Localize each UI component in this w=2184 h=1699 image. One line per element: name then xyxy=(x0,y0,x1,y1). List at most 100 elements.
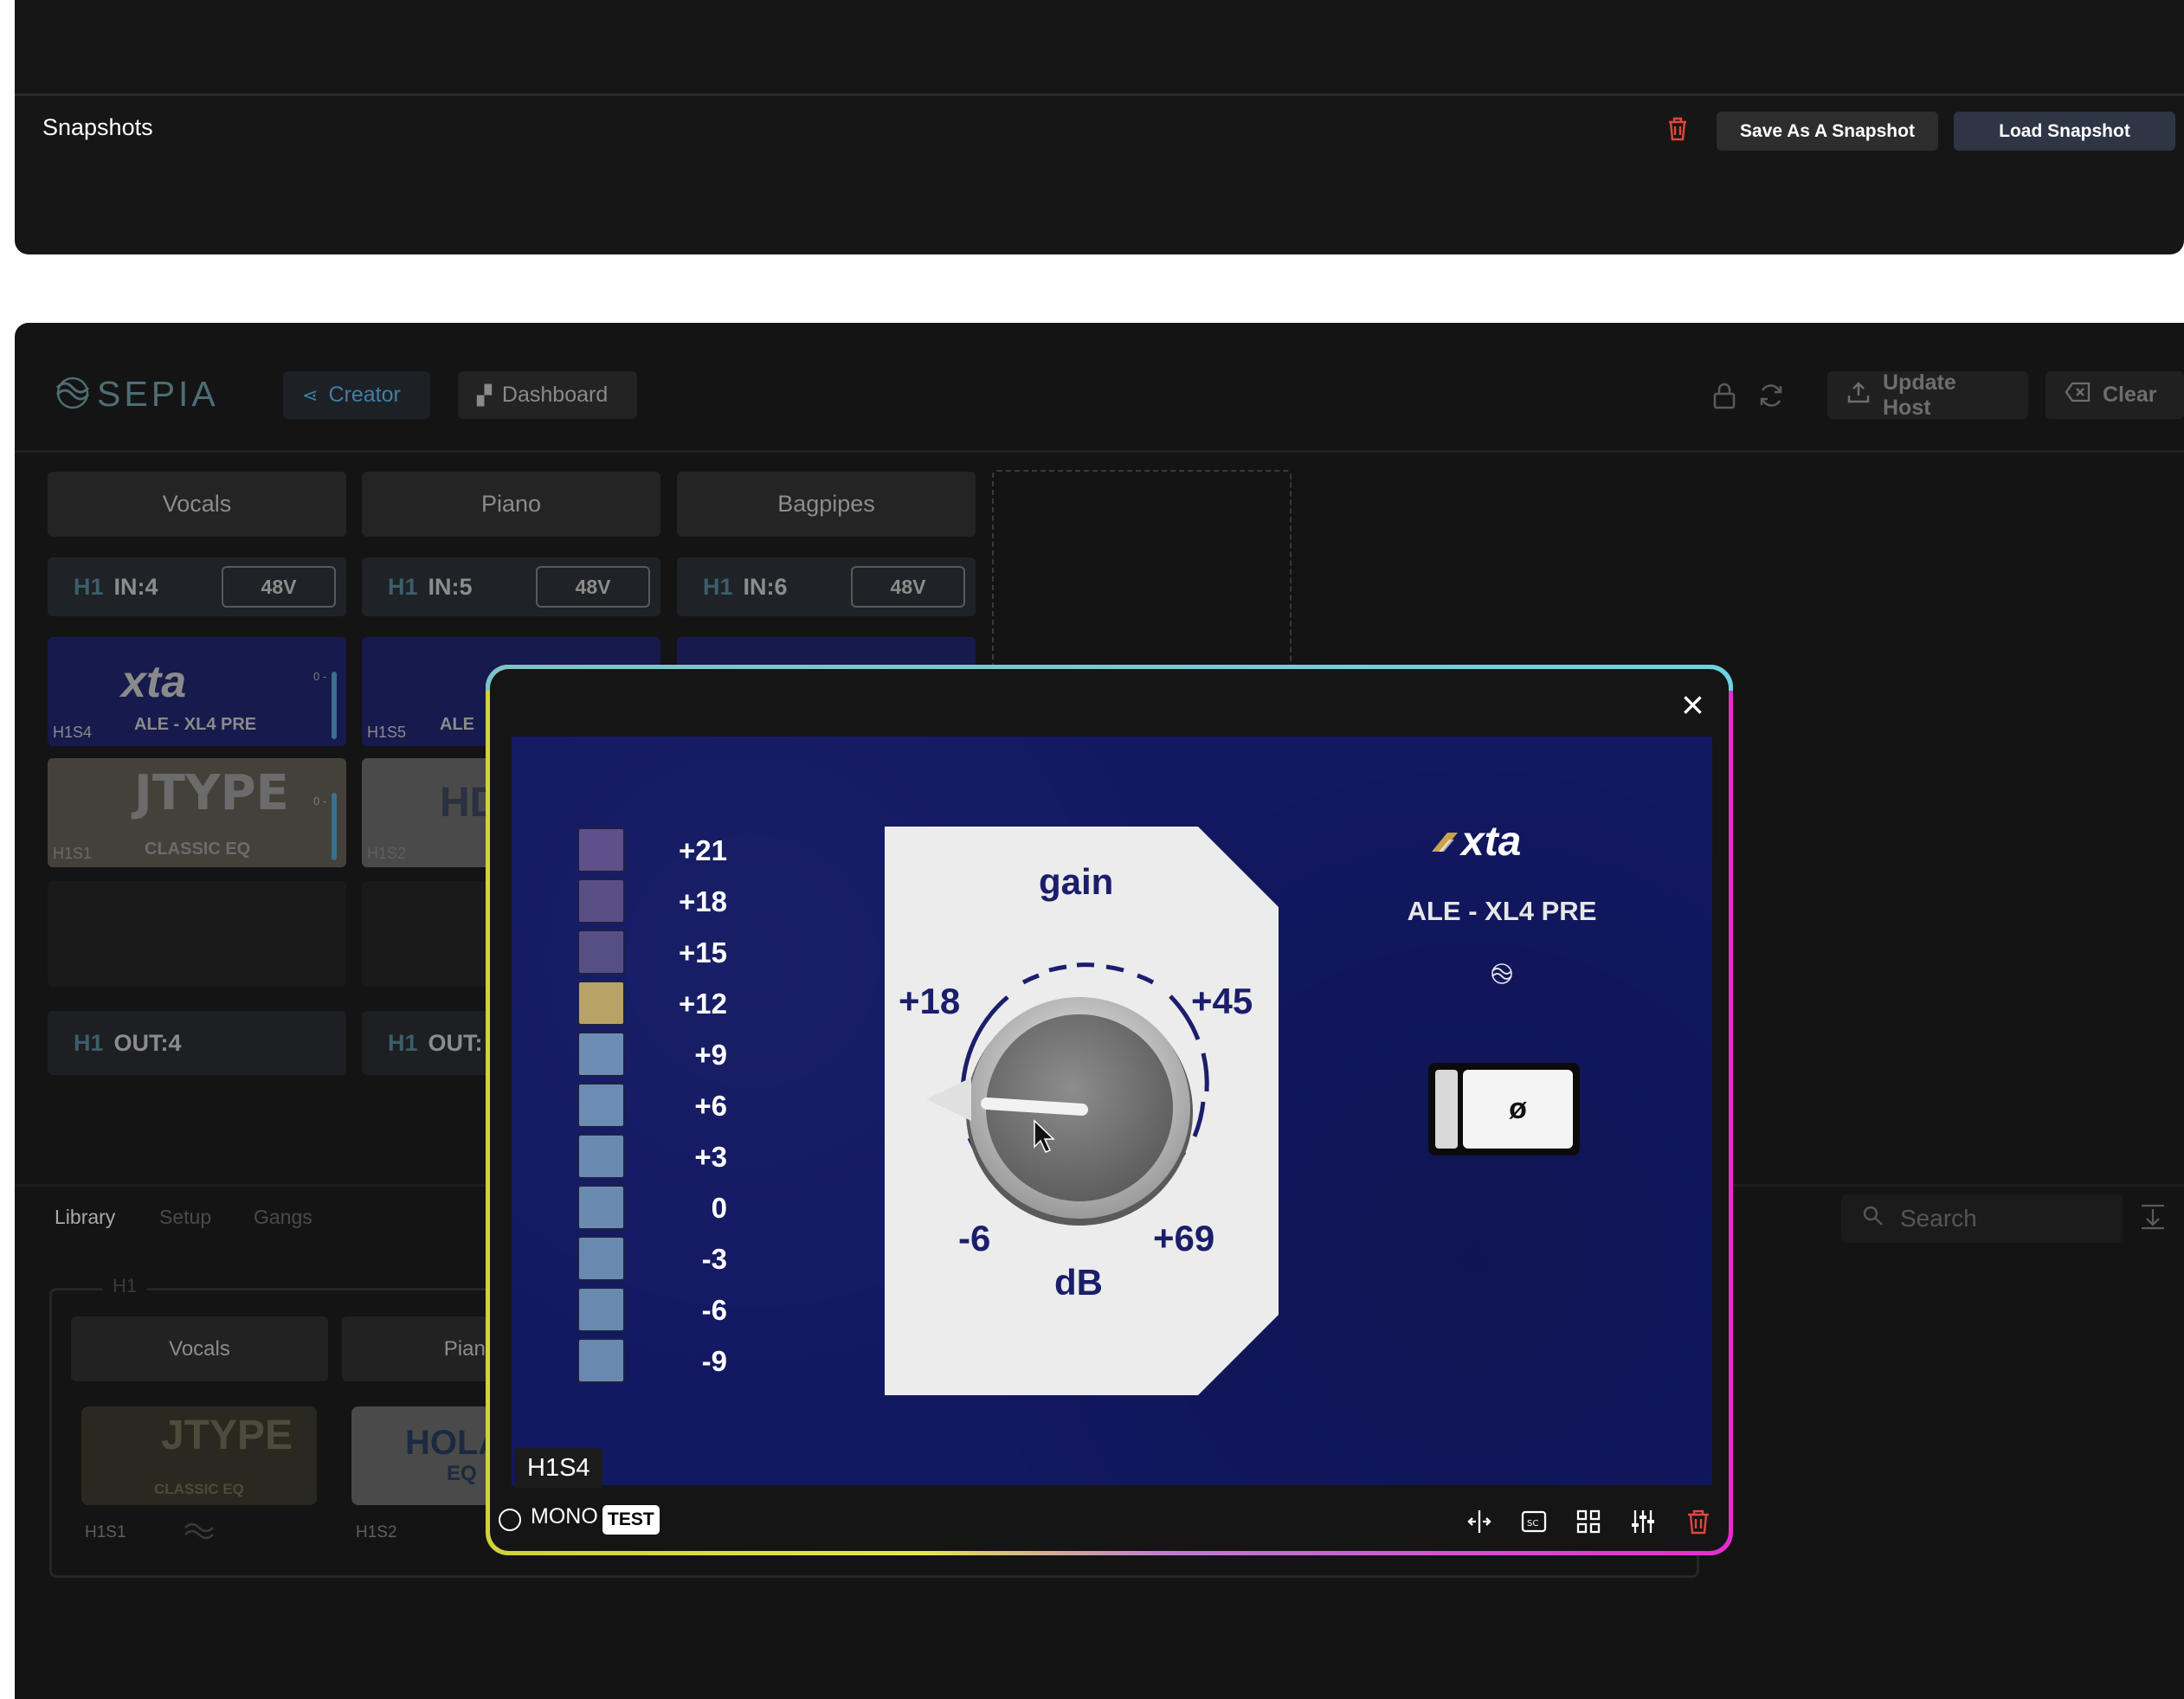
sliders-icon[interactable] xyxy=(1629,1508,1657,1535)
plugin-slot-label: H1S4 xyxy=(515,1448,602,1488)
knob-label-min: -6 xyxy=(958,1218,991,1258)
empty-plugin-slot[interactable] xyxy=(48,881,346,987)
input-box[interactable]: H1 IN:6 48V xyxy=(677,557,976,616)
refresh-icon[interactable] xyxy=(1757,382,1785,409)
meter-segment xyxy=(577,827,625,872)
app-logo: SEPIA xyxy=(97,374,219,414)
phantom-power-button[interactable]: 48V xyxy=(851,566,965,608)
test-button[interactable]: TEST xyxy=(602,1505,660,1535)
tab-setup[interactable]: Setup xyxy=(159,1206,211,1229)
nav-dashboard[interactable]: ▞ Dashboard xyxy=(458,371,637,419)
delete-plugin-icon[interactable] xyxy=(1685,1508,1712,1535)
svg-text:SC: SC xyxy=(1527,1519,1538,1528)
meter-label: 0 xyxy=(711,1192,727,1224)
sidechain-icon[interactable]: SC xyxy=(1520,1508,1548,1535)
sepia-wave-icon xyxy=(1489,962,1515,985)
track-name-vocals[interactable]: Vocals xyxy=(48,472,346,537)
nav-creator[interactable]: ⋖ Creator xyxy=(283,371,430,419)
search-placeholder: Search xyxy=(1900,1205,1977,1232)
header-divider xyxy=(15,450,2184,453)
close-icon[interactable]: × xyxy=(1681,685,1704,724)
collapse-icon[interactable] xyxy=(2140,1203,2166,1231)
upload-icon xyxy=(1846,380,1871,410)
meter-segment xyxy=(577,1134,625,1179)
output-label: OUT:4 xyxy=(113,1029,182,1056)
library-card-hola[interactable]: HOLA EQ xyxy=(351,1406,503,1505)
meter-segment xyxy=(577,1338,625,1383)
plugin-tile-jtype[interactable]: JTYPE CLASSIC EQ H1S1 0 - xyxy=(48,758,346,867)
level-meter xyxy=(332,672,337,739)
meter-label: +12 xyxy=(679,988,727,1020)
add-track-slot[interactable] xyxy=(992,470,1292,678)
mono-label: MONO xyxy=(531,1504,598,1528)
dashboard-icon: ▞ xyxy=(477,383,492,406)
library-card-jtype[interactable]: JTYPE CLASSIC EQ xyxy=(81,1406,317,1505)
divider xyxy=(15,93,2184,96)
meter-label: +3 xyxy=(694,1141,727,1173)
plugin-brand: xta xyxy=(1461,819,1522,865)
meter-segment xyxy=(577,1032,625,1077)
track-name-piano[interactable]: Piano xyxy=(362,472,660,537)
meter-label: +9 xyxy=(694,1039,727,1071)
gain-knob-panel: gain +18 +45 -6 +69 dB xyxy=(885,827,1279,1395)
card-model: CLASSIC EQ xyxy=(154,1481,244,1497)
delete-snapshot-icon[interactable] xyxy=(1666,116,1689,142)
phantom-power-button[interactable]: 48V xyxy=(222,566,336,608)
library-group-label: H1 xyxy=(102,1275,148,1297)
knob-label-max-low: +45 xyxy=(1191,981,1253,1021)
meter-segment xyxy=(577,1287,625,1332)
library-track-vocals[interactable]: Vocals xyxy=(71,1316,328,1381)
search-input[interactable]: Search xyxy=(1841,1194,2123,1243)
clear-button[interactable]: Clear xyxy=(2045,371,2184,419)
meter-label: +18 xyxy=(679,885,727,917)
phase-indicator xyxy=(1435,1070,1458,1149)
grid-icon[interactable] xyxy=(1575,1508,1602,1535)
sepia-wave-icon xyxy=(182,1519,216,1545)
meter-label: +21 xyxy=(679,834,727,866)
track-name-bagpipes[interactable]: Bagpipes xyxy=(677,472,976,537)
lock-icon[interactable] xyxy=(1711,382,1737,409)
phase-symbol: ø xyxy=(1463,1070,1573,1149)
output-label: OUT: xyxy=(428,1029,483,1056)
knob-unit: dB xyxy=(1054,1262,1103,1303)
knob-label-max: +69 xyxy=(1153,1218,1215,1258)
mono-toggle[interactable] xyxy=(499,1509,521,1531)
save-snapshot-button[interactable]: Save As A Snapshot xyxy=(1717,112,1938,151)
phase-invert-button[interactable]: ø xyxy=(1428,1063,1580,1155)
plugin-tile-xta[interactable]: xta ALE - XL4 PRE H1S4 0 - xyxy=(48,637,346,746)
tile-brand: xta xyxy=(121,657,187,707)
tab-gangs[interactable]: Gangs xyxy=(254,1206,312,1229)
meter-segment xyxy=(577,1236,625,1281)
input-box[interactable]: H1 IN:4 48V xyxy=(48,557,346,616)
input-label: IN:4 xyxy=(113,573,158,600)
tile-model: ALE xyxy=(440,715,474,734)
meter-label: -9 xyxy=(701,1345,727,1377)
nav-creator-label: Creator xyxy=(328,383,401,407)
tab-library[interactable]: Library xyxy=(55,1206,115,1229)
search-icon xyxy=(1862,1205,1884,1233)
host-label: H1 xyxy=(388,573,418,600)
meter-zero-label: 0 - xyxy=(313,670,327,683)
split-icon[interactable] xyxy=(1466,1508,1493,1535)
plugin-model: ALE - XL4 PRE xyxy=(1407,896,1597,926)
phantom-power-button[interactable]: 48V xyxy=(536,566,650,608)
update-host-button[interactable]: Update Host xyxy=(1827,370,2028,420)
nav-dashboard-label: Dashboard xyxy=(501,383,609,407)
meter-label: -6 xyxy=(701,1294,727,1326)
input-box[interactable]: H1 IN:5 48V xyxy=(362,557,660,616)
meter-segment xyxy=(577,981,625,1026)
gain-knob[interactable] xyxy=(928,956,1222,1251)
host-label: H1 xyxy=(703,573,733,600)
output-box[interactable]: H1 OUT:4 xyxy=(48,1011,346,1075)
knob-title: gain xyxy=(1039,861,1114,902)
host-label: H1 xyxy=(388,1029,418,1056)
load-snapshot-button[interactable]: Load Snapshot xyxy=(1954,112,2175,151)
snapshots-title: Snapshots xyxy=(42,114,153,140)
meter-label: +15 xyxy=(679,936,727,969)
card-slot: H1S2 xyxy=(356,1523,397,1541)
level-meter xyxy=(332,793,337,860)
xta-logo-icon xyxy=(1430,831,1459,853)
meter-segment xyxy=(577,878,625,924)
meter-label: -3 xyxy=(701,1243,727,1275)
clear-icon xyxy=(2065,382,2091,409)
